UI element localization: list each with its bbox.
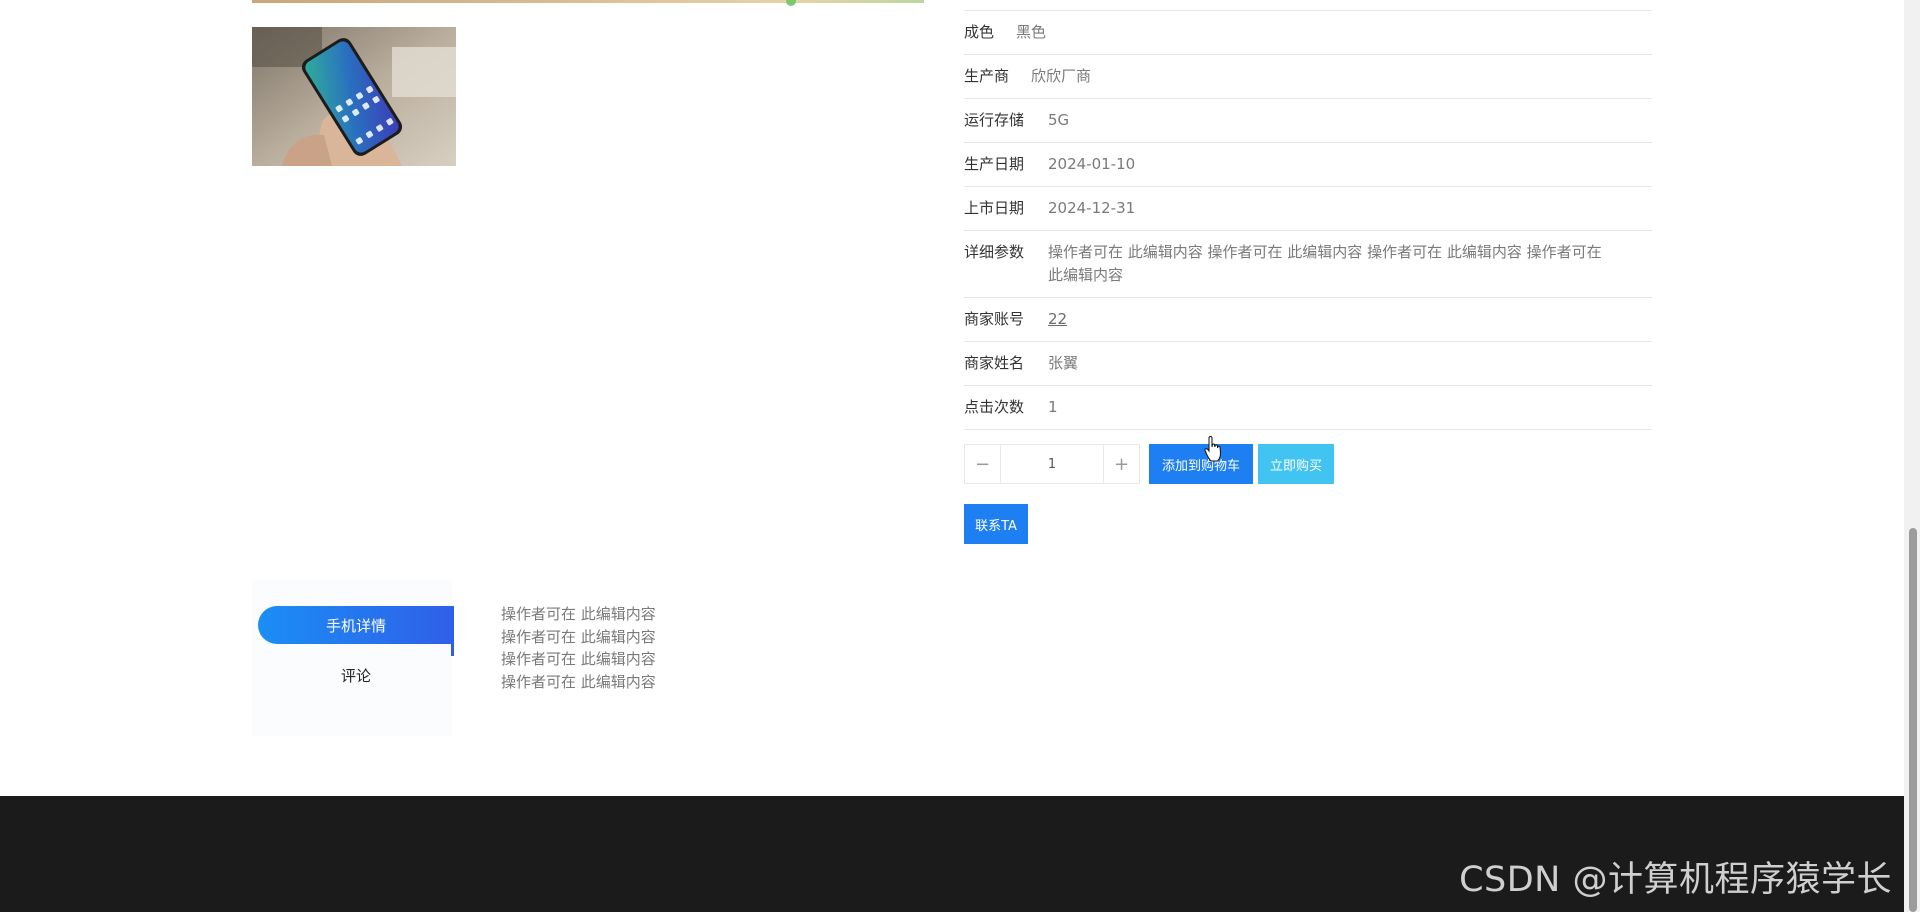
detail-value-line2: 此编辑内容 — [1048, 266, 1124, 284]
detail-row-color: 成色 黑色 — [964, 11, 1652, 55]
detail-row-manufacturer: 生产商 欣欣厂商 — [964, 55, 1652, 99]
detail-label: 点击次数 — [964, 398, 1025, 416]
content-line: 操作者可在 此编辑内容 — [501, 672, 656, 691]
detail-row-merchant-account: 商家账号 22 — [964, 298, 1652, 342]
detail-row-release-date: 上市日期 2024-12-31 — [964, 187, 1652, 231]
tab-active-indicator — [451, 606, 454, 656]
detail-row-parameters: 详细参数 操作者可在 此编辑内容 操作者可在 此编辑内容 操作者可在 此编辑内容… — [964, 231, 1652, 298]
detail-row-storage: 运行存储 5G — [964, 99, 1652, 143]
detail-value: 2024-01-10 — [1048, 155, 1136, 173]
main-product-image — [252, 0, 924, 6]
content-line: 操作者可在 此编辑内容 — [501, 650, 656, 668]
tab-phone-details[interactable]: 手机详情 — [258, 606, 454, 644]
detail-label: 商家姓名 — [964, 354, 1025, 372]
detail-value: 5G — [1048, 111, 1070, 129]
watermark: CSDN @计算机程序猿学长 — [1459, 860, 1892, 900]
detail-label: 上市日期 — [964, 199, 1025, 217]
detail-value: 1 — [1048, 398, 1058, 416]
detail-row-click-count: 点击次数 1 — [964, 386, 1652, 430]
product-thumbnail[interactable] — [252, 27, 456, 166]
quantity-stepper: − + — [964, 444, 1140, 484]
detail-value: 张翼 — [1048, 354, 1079, 372]
phone-photo-icon — [252, 27, 456, 166]
detail-value: 2024-12-31 — [1048, 199, 1136, 217]
contact-button[interactable]: 联系TA — [964, 504, 1028, 544]
hand-cursor-icon — [1204, 436, 1222, 462]
increase-button[interactable]: + — [1103, 445, 1139, 483]
decrease-button[interactable]: − — [965, 445, 1001, 483]
tab-content: 操作者可在 此编辑内容 操作者可在 此编辑内容 操作者可在 此编辑内容 操作者可… — [501, 603, 656, 693]
quantity-input[interactable] — [1001, 455, 1103, 473]
detail-value-line1: 操作者可在 此编辑内容 操作者可在 此编辑内容 操作者可在 此编辑内容 操作者可… — [1048, 243, 1602, 261]
content-line: 操作者可在 此编辑内容 — [501, 627, 656, 646]
detail-label: 详细参数 — [964, 243, 1025, 261]
detail-label: 生产日期 — [964, 155, 1025, 173]
detail-value: 黑色 — [1016, 23, 1047, 41]
footer: CSDN @计算机程序猿学长 — [0, 796, 1904, 912]
detail-row-merchant-name: 商家姓名 张翼 — [964, 342, 1652, 386]
detail-value: 欣欣厂商 — [1031, 67, 1092, 85]
merchant-account-link[interactable]: 22 — [1048, 308, 1067, 331]
image-decoration — [786, 0, 796, 6]
detail-label: 商家账号 — [964, 310, 1025, 328]
content-line: 操作者可在 此编辑内容 — [501, 605, 656, 623]
detail-label: 成色 — [964, 23, 995, 41]
detail-label: 生产商 — [964, 67, 1010, 85]
tab-comments[interactable]: 评论 — [258, 656, 454, 694]
add-to-cart-button[interactable]: 添加到购物车 — [1149, 444, 1253, 484]
detail-row-production-date: 生产日期 2024-01-10 — [964, 143, 1652, 187]
scrollbar-thumb[interactable] — [1909, 528, 1917, 912]
detail-label: 运行存储 — [964, 111, 1025, 129]
buy-now-button[interactable]: 立即购买 — [1258, 444, 1334, 484]
